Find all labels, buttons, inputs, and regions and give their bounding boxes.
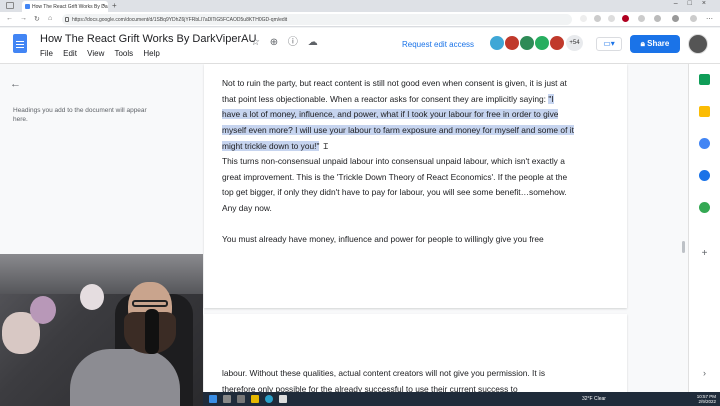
address-bar-row: ← → ↻ ⌂ https://docs.google.com/document… — [0, 12, 720, 27]
webcam-overlay — [0, 254, 203, 406]
outline-hint: Headings you add to the document will ap… — [13, 107, 147, 123]
cloud-icon[interactable]: ☁ — [308, 37, 318, 48]
url-text: https://docs.google.com/document/d/1SBq9… — [72, 17, 288, 23]
record-extension-icon[interactable] — [622, 15, 629, 22]
plush-toy — [30, 296, 56, 324]
maps-icon[interactable] — [699, 202, 710, 213]
weather-widget[interactable]: 32°F Clear — [582, 396, 606, 402]
clock-date: 2/9/2022 — [698, 399, 716, 404]
back-icon[interactable]: ← — [6, 15, 13, 22]
extension-icon[interactable] — [594, 15, 601, 22]
app-icon[interactable] — [279, 395, 287, 403]
microphone — [145, 309, 159, 354]
translate-icon[interactable] — [580, 15, 587, 22]
collaborator-avatar[interactable] — [519, 35, 535, 51]
collaborator-avatar[interactable] — [534, 35, 550, 51]
share-label: Share — [647, 39, 670, 48]
more-collaborators-badge[interactable]: +54 — [566, 35, 583, 51]
tab-close-icon[interactable]: × — [102, 3, 105, 9]
search-icon[interactable] — [223, 395, 231, 403]
collections-icon[interactable] — [690, 15, 697, 22]
present-button[interactable]: ▭▾ — [596, 37, 622, 51]
document-title[interactable]: How The React Grift Works By DarkViperAU — [40, 33, 256, 45]
star-icon[interactable]: ☆ — [251, 37, 260, 48]
paragraph-free-labour[interactable]: You must already have money, influence a… — [222, 232, 574, 248]
docs-logo-icon[interactable] — [13, 34, 27, 53]
url-bar[interactable]: https://docs.google.com/document/d/1SBq9… — [62, 14, 572, 25]
paragraph-trickle-down[interactable]: This turns non-consensual unpaid labour … — [222, 154, 574, 217]
windows-taskbar: 32°F Clear 10:57 PM 2/9/2022 — [203, 392, 720, 406]
docs-header: How The React Grift Works By DarkViperAU… — [0, 28, 720, 64]
account-avatar[interactable] — [688, 34, 708, 54]
move-icon[interactable]: ⊕ — [270, 37, 278, 48]
scrollbar-thumb[interactable] — [682, 241, 685, 253]
tab-actions-icon[interactable] — [6, 2, 14, 9]
menu-tools[interactable]: Tools — [114, 49, 133, 58]
home-icon[interactable]: ⌂ — [48, 15, 52, 22]
collaborator-avatar[interactable] — [504, 35, 520, 51]
show-side-panel-icon[interactable]: › — [699, 368, 710, 379]
request-edit-access-button[interactable]: Request edit access — [402, 40, 474, 49]
paragraph-consent[interactable]: Not to ruin the party, but react content… — [222, 76, 574, 155]
more-icon[interactable]: ⋯ — [706, 15, 713, 23]
get-addons-icon[interactable]: + — [699, 248, 710, 259]
person-shirt — [70, 349, 180, 406]
menu-bar: File Edit View Tools Help — [40, 49, 168, 58]
clock[interactable]: 10:57 PM 2/9/2022 — [697, 394, 716, 404]
edge-browser-icon[interactable] — [265, 395, 273, 403]
close-outline-arrow-icon[interactable]: ← — [10, 78, 21, 90]
browser-tab-bar: How The React Grift Works By Da × + –□× — [0, 0, 720, 12]
contacts-icon[interactable] — [699, 170, 710, 181]
info-icon[interactable]: ⓘ — [288, 37, 298, 48]
collaborator-avatar[interactable] — [489, 35, 505, 51]
collaborator-avatar[interactable] — [549, 35, 565, 51]
tasks-icon[interactable] — [699, 138, 710, 149]
text-cursor-icon: Ɪ — [323, 141, 328, 151]
bookmark-icon[interactable] — [608, 15, 615, 22]
lock-icon — [65, 17, 69, 22]
forward-icon[interactable]: → — [20, 15, 27, 22]
window-controls[interactable]: –□× — [674, 0, 716, 7]
paragraph-text: Not to ruin the party, but react content… — [222, 78, 567, 104]
profile-icon[interactable] — [672, 15, 679, 22]
share-button[interactable]: 🔒︎ Share — [630, 35, 680, 53]
new-tab-button[interactable]: + — [112, 1, 117, 10]
favorites-icon[interactable] — [654, 15, 661, 22]
file-explorer-icon[interactable] — [251, 395, 259, 403]
docs-favicon-icon — [25, 4, 30, 9]
keep-icon[interactable] — [699, 106, 710, 117]
menu-help[interactable]: Help — [143, 49, 159, 58]
menu-file[interactable]: File — [40, 49, 53, 58]
webcam-ceiling — [0, 254, 203, 294]
start-icon[interactable] — [209, 395, 217, 403]
puzzle-icon[interactable] — [638, 15, 645, 22]
side-panel-rail: + › — [688, 64, 720, 406]
plush-toy — [80, 284, 104, 310]
menu-edit[interactable]: Edit — [63, 49, 77, 58]
person-glasses — [132, 300, 168, 307]
sheets-icon[interactable] — [699, 74, 710, 85]
title-actions: ☆ ⊕ ⓘ ☁ — [251, 33, 325, 48]
menu-view[interactable]: View — [87, 49, 104, 58]
reload-icon[interactable]: ↻ — [34, 15, 40, 23]
task-view-icon[interactable] — [237, 395, 245, 403]
browser-tab[interactable]: How The React Grift Works By Da × — [22, 1, 108, 12]
tab-title: How The React Grift Works By Da — [32, 4, 108, 10]
